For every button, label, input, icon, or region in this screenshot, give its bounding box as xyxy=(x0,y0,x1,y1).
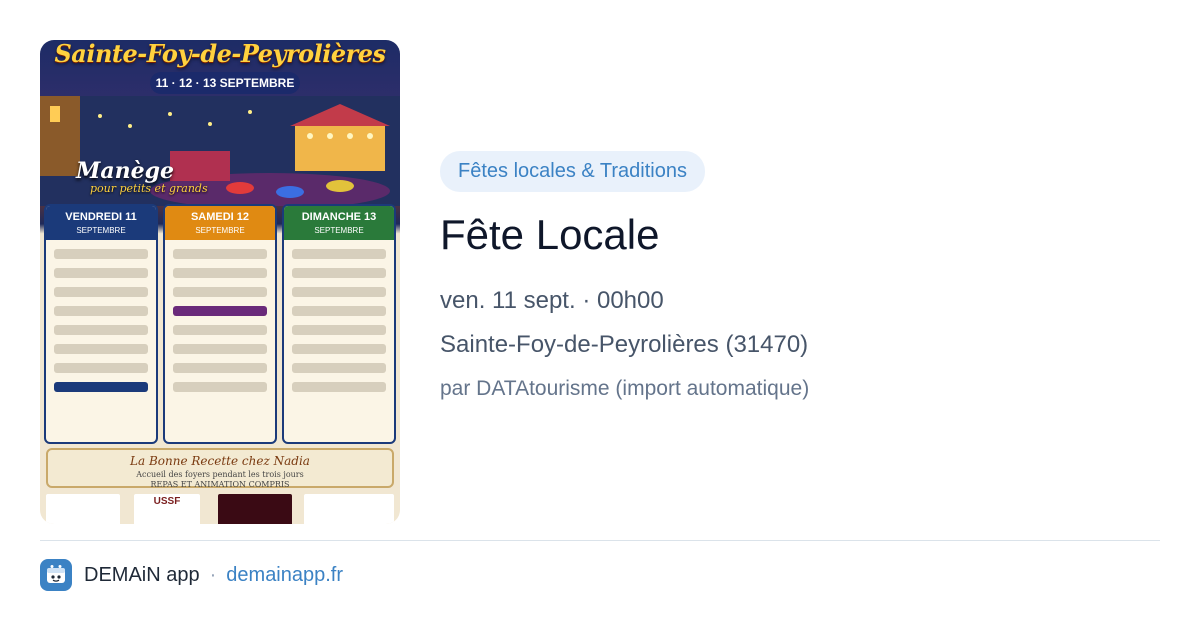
sponsor-logo: USSF xyxy=(134,494,200,524)
category-badge[interactable]: Fêtes locales & Traditions xyxy=(440,151,705,192)
poster-day-header: VENDREDI 11 SEPTEMBRE xyxy=(46,206,156,240)
footer-separator: · xyxy=(209,563,217,586)
app-domain-link[interactable]: demainapp.fr xyxy=(226,564,343,587)
sponsor-logo xyxy=(46,494,120,524)
app-name: DEMAiN app xyxy=(84,563,200,586)
event-author: par DATAtourisme (import automatique) xyxy=(440,377,810,400)
poster-manege-heading: Manège xyxy=(76,158,174,184)
event-date: ven. 11 sept. · 00h00 xyxy=(440,287,664,314)
demain-app-logo-icon xyxy=(40,559,72,591)
poster-manege-subtitle: pour petits et grands xyxy=(90,182,208,195)
poster-day-column-friday: VENDREDI 11 SEPTEMBRE xyxy=(44,204,158,444)
poster-day-column-sunday: DIMANCHE 13 SEPTEMBRE xyxy=(282,204,396,444)
share-card: Sainte-Foy-de-Peyrolières 11 · 12 · 13 S… xyxy=(0,0,1200,630)
sponsor-logo xyxy=(304,494,394,524)
footer-divider xyxy=(40,540,1160,541)
event-poster-image[interactable]: Sainte-Foy-de-Peyrolières 11 · 12 · 13 S… xyxy=(40,40,400,524)
poster-day-column-saturday: SAMEDI 12 SEPTEMBRE xyxy=(163,204,277,444)
event-location: Sainte-Foy-de-Peyrolières (31470) xyxy=(440,331,809,358)
poster-day-header: DIMANCHE 13 SEPTEMBRE xyxy=(284,206,394,240)
footer: DEMAiN app · demainapp.fr xyxy=(40,558,343,592)
event-title[interactable]: Fête Locale xyxy=(440,208,659,262)
poster-dates: 11 · 12 · 13 SEPTEMBRE xyxy=(150,72,300,94)
sponsor-logo xyxy=(218,494,292,524)
poster-title: Sainte-Foy-de-Peyrolières xyxy=(54,40,386,68)
poster-day-header: SAMEDI 12 SEPTEMBRE xyxy=(165,206,275,240)
poster-recipe-banner: La Bonne Recette chez Nadia Accueil des … xyxy=(46,448,394,489)
